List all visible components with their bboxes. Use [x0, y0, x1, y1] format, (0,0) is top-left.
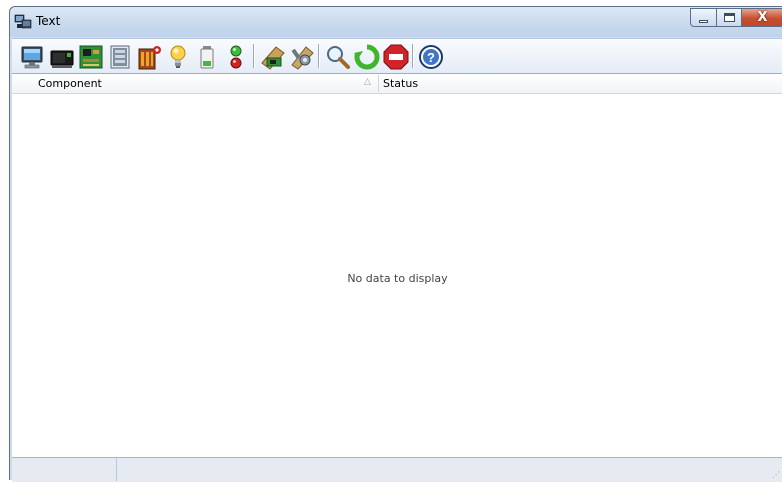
- minimize-icon: [699, 20, 708, 23]
- column-header-status[interactable]: Status: [379, 74, 782, 93]
- toolbar-button-stop[interactable]: [382, 43, 410, 71]
- column-header-component[interactable]: Component △: [12, 74, 378, 93]
- help-icon: ?: [419, 45, 443, 69]
- toolbar-button-network-card[interactable]: [259, 43, 287, 71]
- server-rack-icon: [138, 46, 161, 70]
- circuit-board-icon: [79, 45, 103, 69]
- toolbar-button-help[interactable]: ?: [417, 43, 445, 71]
- battery-icon: [200, 46, 214, 69]
- window-title: Text: [36, 14, 61, 28]
- stop-icon: [383, 44, 409, 70]
- toolbar-button-circuit-board[interactable]: [77, 43, 105, 71]
- settings-tools-icon: [291, 46, 314, 70]
- column-header-label: Status: [383, 77, 419, 90]
- toolbar: ?: [12, 38, 782, 73]
- toolbar-separator: [318, 44, 320, 68]
- toolbar-button-memory[interactable]: [106, 43, 134, 71]
- status-bar: ⋰: [12, 457, 782, 482]
- grid-header: Component △ Status: [12, 74, 782, 94]
- minimize-button[interactable]: [690, 8, 717, 27]
- monitor-icon: [21, 46, 43, 69]
- toolbar-button-lightbulb[interactable]: [164, 43, 192, 71]
- toolbar-button-traffic-light[interactable]: [222, 43, 250, 71]
- column-header-label: Component: [38, 77, 102, 90]
- title-bar[interactable]: Text X: [10, 7, 782, 37]
- sort-ascending-icon: △: [364, 77, 371, 87]
- memory-module-icon: [110, 45, 130, 69]
- toolbar-button-refresh[interactable]: [353, 43, 381, 71]
- close-button[interactable]: X: [741, 8, 782, 27]
- toolbar-separator: [412, 44, 414, 68]
- network-card-icon: [261, 46, 285, 70]
- toolbar-separator: [253, 44, 255, 68]
- svg-text:?: ?: [427, 50, 435, 65]
- toolbar-button-settings[interactable]: [288, 43, 316, 71]
- computer-black-icon: [50, 50, 74, 68]
- component-grid[interactable]: Component △ Status No data to display: [12, 73, 782, 458]
- maximize-button[interactable]: [716, 8, 742, 27]
- status-pane: [12, 458, 117, 481]
- search-icon: [327, 46, 350, 69]
- close-icon: X: [757, 10, 768, 25]
- toolbar-button-server[interactable]: [135, 43, 163, 71]
- application-window: Text X ? Component △ Status No data to d…: [9, 6, 782, 482]
- computer-network-icon: [14, 14, 32, 29]
- resize-grip-icon[interactable]: ⋰: [772, 470, 780, 479]
- refresh-icon: [354, 44, 380, 70]
- toolbar-button-computer[interactable]: [48, 43, 76, 71]
- toolbar-button-monitor[interactable]: [19, 43, 47, 71]
- empty-state-message: No data to display: [347, 272, 448, 285]
- toolbar-button-battery[interactable]: [193, 43, 221, 71]
- toolbar-button-search[interactable]: [324, 43, 352, 71]
- traffic-light-icon: [230, 45, 242, 69]
- maximize-icon: [724, 13, 735, 22]
- lightbulb-icon: [170, 45, 186, 68]
